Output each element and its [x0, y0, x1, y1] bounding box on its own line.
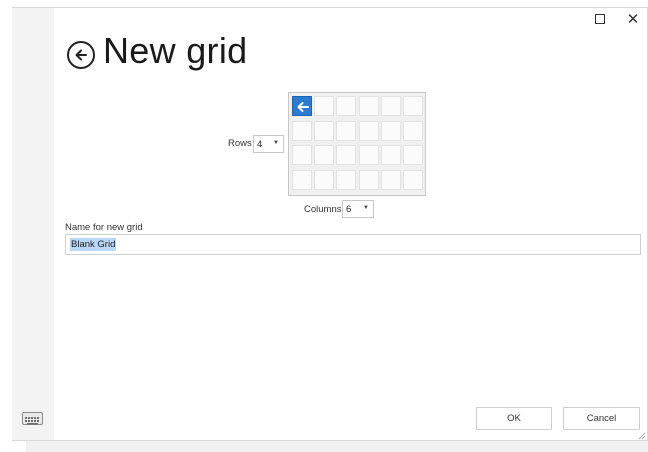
left-rail	[12, 8, 54, 440]
keyboard-button[interactable]	[22, 412, 43, 425]
back-button[interactable]	[67, 41, 95, 69]
columns-select[interactable]: 6 ▼	[342, 200, 374, 218]
maximize-button[interactable]	[591, 10, 609, 28]
grid-cell	[403, 96, 423, 116]
maximize-icon	[595, 14, 605, 24]
grid-cell	[358, 145, 379, 165]
back-arrow-icon	[297, 102, 309, 112]
grid-cell	[380, 145, 401, 165]
grid-cell	[314, 120, 335, 141]
grid-cell	[292, 145, 312, 165]
grid-cell	[292, 120, 312, 141]
grid-cell	[380, 96, 401, 116]
resize-grip-icon[interactable]	[638, 432, 646, 440]
grid-name-value: Blank Grid	[70, 238, 117, 251]
columns-value: 6	[346, 203, 352, 215]
grid-cell	[314, 96, 335, 116]
grid-cell	[380, 169, 401, 190]
chevron-down-icon: ▼	[363, 205, 369, 211]
close-button[interactable]: ✕	[624, 10, 642, 28]
grid-preview	[288, 92, 426, 196]
rows-label: Rows	[228, 138, 252, 149]
back-arrow-icon	[75, 49, 87, 61]
grid-cell	[314, 169, 335, 190]
grid-cell	[358, 169, 379, 190]
grid-cell	[336, 145, 357, 165]
grid-cell-back	[292, 96, 312, 116]
close-icon: ✕	[626, 11, 640, 28]
grid-cell	[403, 169, 423, 190]
grid-cell	[403, 145, 423, 165]
keyboard-icon	[25, 417, 39, 425]
name-label: Name for new grid	[65, 222, 143, 233]
window-shadow	[26, 441, 648, 452]
page-title: New grid	[103, 30, 248, 71]
grid-cell	[336, 96, 357, 116]
grid-cell	[358, 96, 379, 116]
grid-cell	[292, 169, 312, 190]
columns-label: Columns	[304, 204, 342, 215]
grid-cell	[314, 145, 335, 165]
grid-cell	[336, 120, 357, 141]
grid-cell	[380, 120, 401, 141]
cancel-button[interactable]: Cancel	[563, 407, 640, 430]
chevron-down-icon: ▼	[273, 140, 279, 146]
grid-cell	[336, 169, 357, 190]
grid-cell	[403, 120, 423, 141]
ok-button[interactable]: OK	[476, 407, 552, 430]
grid-cell	[358, 120, 379, 141]
rows-value: 4	[257, 138, 263, 150]
grid-name-input[interactable]: Blank Grid	[65, 234, 641, 255]
rows-select[interactable]: 4 ▼	[253, 135, 284, 153]
